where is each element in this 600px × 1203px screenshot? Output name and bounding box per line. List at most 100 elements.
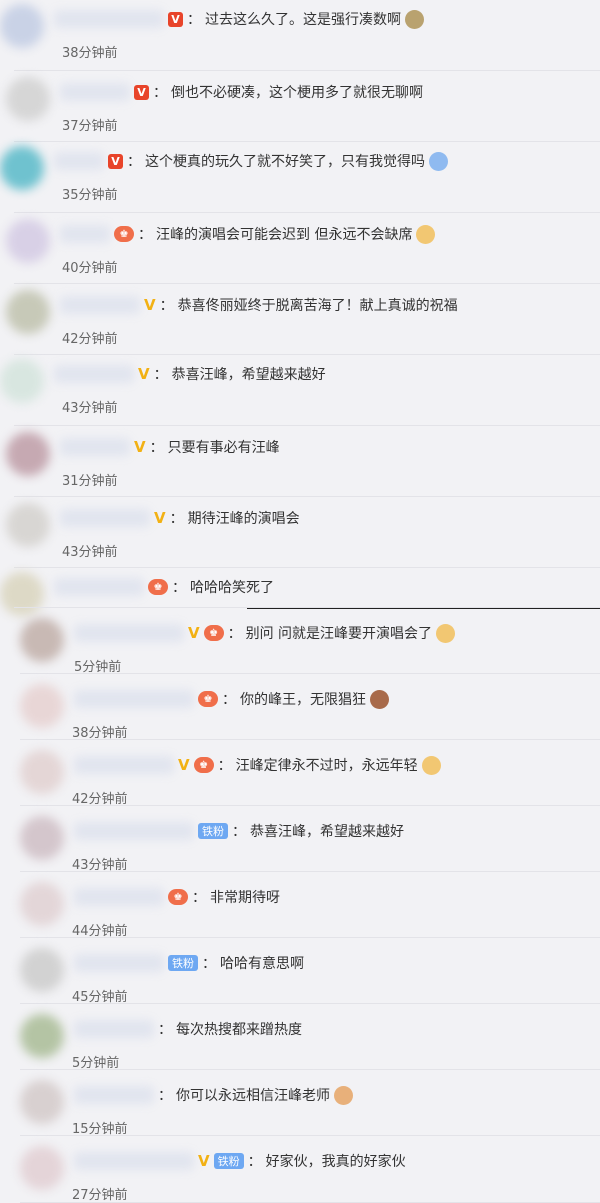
verified-red-icon: V — [108, 153, 123, 169]
comment-text: 只要有事必有汪峰 — [167, 440, 280, 456]
comment-text: 非常期待呀 — [210, 890, 280, 906]
comment-item[interactable]: V：恭喜汪峰，希望越来越好 43分钟前 — [0, 355, 600, 426]
avatar[interactable] — [20, 684, 64, 728]
username-redacted[interactable] — [60, 438, 130, 456]
iron-fan-badge: 铁粉 — [168, 955, 198, 971]
avatar[interactable] — [20, 750, 64, 794]
username-redacted[interactable] — [54, 365, 134, 383]
crown-badge-icon: ♚ — [193, 757, 214, 773]
colon-separator: ： — [169, 511, 184, 527]
comment-item[interactable]: V：只要有事必有汪峰 31分钟前 — [0, 426, 600, 497]
comment-content: V：恭喜汪峰，希望越来越好 — [138, 361, 326, 387]
comment-text: 你可以永远相信汪峰老师 — [176, 1088, 330, 1104]
comment-text: 哈哈有意思啊 — [220, 956, 304, 972]
username-redacted[interactable] — [54, 578, 144, 596]
avatar[interactable] — [0, 146, 44, 190]
comment-content: V：期待汪峰的演唱会 — [154, 505, 300, 531]
avatar[interactable] — [6, 290, 50, 334]
avatar[interactable] — [6, 77, 50, 121]
username-redacted[interactable] — [74, 1086, 154, 1104]
username-redacted[interactable] — [74, 822, 194, 840]
avatar[interactable] — [6, 219, 50, 263]
colon-separator: ： — [192, 890, 206, 906]
comment-text: 恭喜汪峰，希望越来越好 — [250, 824, 404, 840]
avatar[interactable] — [20, 1014, 64, 1058]
avatar[interactable] — [20, 948, 64, 992]
comment-content: V 铁粉：好家伙，我真的好家伙 — [198, 1148, 406, 1174]
colon-separator: ： — [232, 824, 246, 840]
avatar[interactable] — [0, 4, 44, 48]
username-redacted[interactable] — [74, 624, 184, 642]
avatar[interactable] — [6, 503, 50, 547]
comment-text: 这个梗真的玩久了就不好笑了，只有我觉得吗 — [145, 154, 425, 170]
colon-separator: ： — [153, 85, 167, 101]
comment-content: ♚：汪峰的演唱会可能会迟到 但永远不会缺席 — [114, 221, 436, 247]
username-redacted[interactable] — [54, 152, 104, 170]
avatar[interactable] — [20, 882, 64, 926]
verified-gold-icon: V — [138, 365, 150, 383]
username-redacted[interactable] — [74, 1020, 154, 1038]
avatar[interactable] — [20, 1146, 64, 1190]
comment-text: 倒也不必硬凑，这个梗用多了就很无聊啊 — [171, 85, 423, 101]
comment-content: V：只要有事必有汪峰 — [134, 434, 280, 460]
username-redacted[interactable] — [74, 1152, 194, 1170]
verified-gold-icon: V — [144, 296, 156, 314]
colon-separator: ： — [187, 12, 201, 28]
comment-item[interactable]: ：你可以永远相信汪峰老师 15分钟前 — [0, 1070, 600, 1137]
comment-item[interactable]: ：每次热搜都来蹭热度 5分钟前 — [0, 1004, 600, 1071]
colon-separator: ： — [227, 626, 242, 642]
comment-item[interactable]: V 铁粉：好家伙，我真的好家伙 27分钟前 — [0, 1136, 600, 1203]
timestamp: 31分钟前 — [62, 474, 118, 489]
comment-item[interactable]: ♚：你的峰王，无限猖狂 38分钟前 — [0, 674, 600, 741]
comment-item[interactable]: V：倒也不必硬凑，这个梗用多了就很无聊啊 37分钟前 — [0, 71, 600, 142]
comment-item[interactable]: 铁粉：恭喜汪峰，希望越来越好 43分钟前 — [0, 806, 600, 873]
verified-gold-icon: V — [178, 756, 190, 774]
comment-text: 汪峰定律永不过时，永远年轻 — [235, 758, 418, 774]
comment-list: V：过去这么久了。这是强行凑数啊 38分钟前 V：倒也不必硬凑，这个梗用多了就很无聊… — [0, 0, 600, 1203]
comment-text: 别问 问就是汪峰要开演唱会了 — [245, 626, 433, 642]
comment-item[interactable]: ♚：哈哈哈笑死了 — [0, 568, 600, 616]
comment-text: 好家伙，我真的好家伙 — [265, 1154, 406, 1170]
crown-badge-icon: ♚ — [168, 889, 188, 905]
username-redacted[interactable] — [74, 756, 174, 774]
verified-gold-icon: V — [188, 624, 200, 642]
username-redacted[interactable] — [60, 225, 110, 243]
timestamp: 27分钟前 — [72, 1188, 128, 1203]
username-redacted[interactable] — [74, 954, 164, 972]
comment-item[interactable]: V ♚：别问 问就是汪峰要开演唱会了 5分钟前 — [0, 608, 600, 675]
colon-separator: ： — [158, 1088, 172, 1104]
colon-separator: ： — [158, 1022, 172, 1038]
comment-item[interactable]: V ♚：汪峰定律永不过时，永远年轻 42分钟前 — [0, 740, 600, 807]
avatar[interactable] — [20, 816, 64, 860]
username-redacted[interactable] — [60, 296, 140, 314]
comment-item[interactable]: ♚：非常期待呀 44分钟前 — [0, 872, 600, 939]
colon-separator: ： — [159, 298, 174, 314]
username-redacted[interactable] — [60, 83, 130, 101]
comment-content: V ♚：别问 问就是汪峰要开演唱会了 — [188, 620, 456, 646]
comment-item[interactable]: 铁粉：哈哈有意思啊 45分钟前 — [0, 938, 600, 1005]
username-redacted[interactable] — [74, 690, 194, 708]
avatar[interactable] — [20, 618, 64, 662]
reply-divider — [247, 608, 600, 609]
avatar[interactable] — [6, 432, 50, 476]
avatar[interactable] — [0, 359, 44, 403]
comment-item[interactable]: V：这个梗真的玩久了就不好笑了，只有我觉得吗 35分钟前 — [0, 142, 600, 213]
comment-content: V：倒也不必硬凑，这个梗用多了就很无聊啊 — [134, 79, 423, 105]
comment-content: V：过去这么久了。这是强行凑数啊 — [168, 6, 424, 32]
username-redacted[interactable] — [60, 509, 150, 527]
comment-text: 每次热搜都来蹭热度 — [176, 1022, 302, 1038]
comment-content: ♚：你的峰王，无限猖狂 — [198, 686, 389, 712]
avatar[interactable] — [20, 1080, 64, 1124]
username-redacted[interactable] — [74, 888, 164, 906]
figure-emoji — [405, 9, 424, 29]
comment-item[interactable]: ♚：汪峰的演唱会可能会迟到 但永远不会缺席 40分钟前 — [0, 213, 600, 284]
crown-badge-icon: ♚ — [148, 579, 168, 595]
comment-item[interactable]: V：过去这么久了。这是强行凑数啊 38分钟前 — [0, 0, 600, 71]
comment-item[interactable]: V：恭喜佟丽娅终于脱离苦海了！献上真诚的祝福 42分钟前 — [0, 284, 600, 355]
timestamp: 43分钟前 — [62, 401, 118, 416]
colon-separator: ： — [217, 758, 232, 774]
dog-emoji — [436, 623, 456, 643]
timestamp: 42分钟前 — [62, 332, 118, 347]
comment-item[interactable]: V：期待汪峰的演唱会 43分钟前 — [0, 497, 600, 568]
username-redacted[interactable] — [54, 10, 164, 28]
